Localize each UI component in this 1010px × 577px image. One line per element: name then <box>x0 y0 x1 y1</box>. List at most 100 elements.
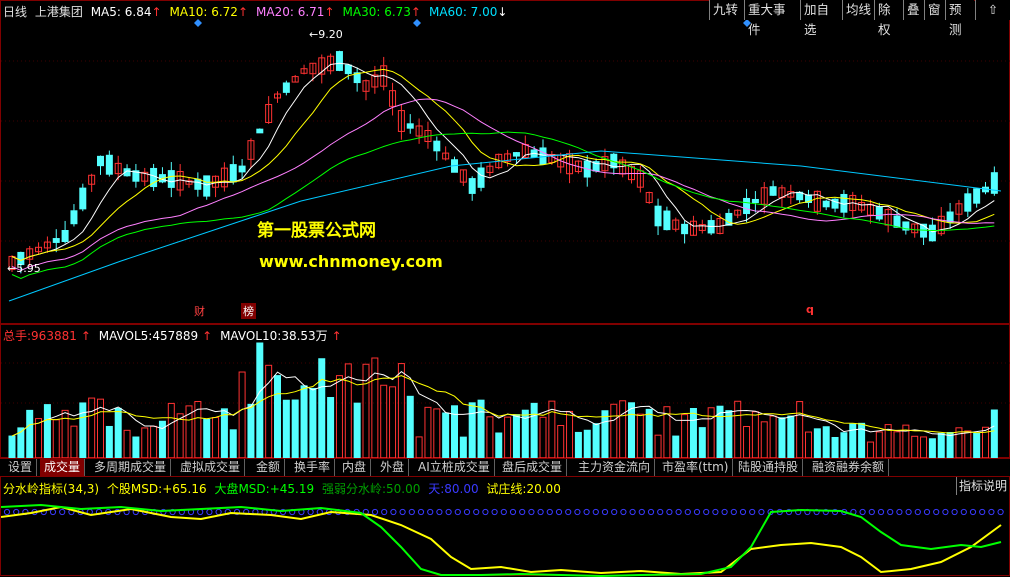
finance-event-badge[interactable]: 财 <box>192 303 207 319</box>
sky-line-marker <box>868 508 875 516</box>
sky-line-marker <box>905 508 912 516</box>
indicator-tab[interactable]: 成交量 <box>40 459 86 476</box>
volume-bar <box>433 408 441 459</box>
candlestick-chart[interactable]: ←9.20 ←5.95 <box>1 1 1010 325</box>
volume-bar <box>787 415 795 459</box>
sky-line-marker <box>381 508 388 516</box>
indicator-tab[interactable]: AI立桩成交量 <box>414 459 495 476</box>
candle-body <box>61 230 69 242</box>
volume-bar <box>486 416 494 459</box>
volume-bar <box>619 400 627 459</box>
candle-body <box>238 165 246 173</box>
sky-line-marker <box>454 508 461 516</box>
volume-bar <box>70 425 78 459</box>
candle-body <box>79 187 87 210</box>
indicator-tab[interactable]: 陆股通持股 <box>734 459 804 476</box>
sky-line-marker <box>206 508 213 516</box>
volume-bar <box>459 436 467 459</box>
volume-bar <box>212 417 220 459</box>
volume-bar <box>937 432 945 459</box>
indicator-tab[interactable]: 市盈率(ttm) <box>658 459 734 476</box>
toolbar-button[interactable]: 除权 <box>874 0 903 37</box>
volume-bar <box>725 410 733 459</box>
sky-line-marker <box>482 508 489 516</box>
ma60-line <box>8 150 1002 302</box>
volume-bar <box>628 402 635 459</box>
volume-bar <box>229 429 237 459</box>
indicator-tab[interactable]: 外盘 <box>376 459 410 476</box>
ranking-event-badge[interactable]: 榜 <box>241 303 256 319</box>
volume-bar <box>123 429 131 459</box>
sky-line-marker <box>445 508 452 516</box>
volume-bar <box>893 431 901 459</box>
volume-bar <box>238 371 246 459</box>
indicator-chart[interactable] <box>1 477 1010 577</box>
candle-body <box>468 178 476 194</box>
indicator-tab[interactable]: 换手率 <box>290 459 336 476</box>
sky-line-marker <box>473 508 480 516</box>
volume-bar <box>389 386 397 459</box>
event-diamond-icon <box>194 19 202 27</box>
indicator-tab[interactable]: 内盘 <box>338 459 372 476</box>
sky-line-marker <box>528 508 535 516</box>
volume-bar <box>495 432 503 459</box>
volume-bar <box>796 401 804 459</box>
sky-line-marker <box>675 508 682 516</box>
volume-bar <box>840 432 848 459</box>
indicator-tab[interactable]: 融资融券余额 <box>808 459 890 476</box>
volume-bar <box>424 406 432 459</box>
sky-line-marker <box>197 508 204 516</box>
candle-body <box>725 212 733 226</box>
volume-bar <box>247 403 255 459</box>
indicator-tab[interactable]: 虚拟成交量 <box>176 459 246 476</box>
indicator-panel[interactable]: 分水岭指标(34,3) 个股MSD:+65.16 大盘MSD:+45.19 强弱… <box>0 476 1010 577</box>
toolbar-button[interactable]: 九转 <box>709 0 744 20</box>
candle-body <box>681 223 689 235</box>
volume-bar <box>557 425 565 459</box>
volume-chart[interactable] <box>1 325 1010 459</box>
toolbar-button[interactable]: 叠 <box>903 0 924 20</box>
watermark-title: 第一股票公式网 <box>257 221 376 241</box>
toolbar-button[interactable]: 重大事件 <box>744 0 800 37</box>
volume-bar <box>601 410 609 459</box>
toolbar-button[interactable]: 加自选 <box>800 0 842 37</box>
volume-bar <box>707 407 715 459</box>
toolbar-button[interactable]: 均线 <box>842 0 874 20</box>
indicator-tab[interactable]: 盘后成交量 <box>498 459 568 476</box>
back-arrow-icon[interactable]: ⇧ <box>975 0 1010 20</box>
sky-line-marker <box>758 508 765 516</box>
q-event-badge[interactable]: q <box>804 303 816 316</box>
sky-line-marker <box>565 508 572 516</box>
indicator-tab[interactable]: 设置 <box>4 459 38 476</box>
sky-line-marker <box>942 508 949 516</box>
indicator-tab[interactable]: 多周期成交量 <box>90 459 172 476</box>
toolbar-button[interactable]: 预测 <box>945 0 974 37</box>
candle-body <box>344 64 352 75</box>
volume-bar <box>583 429 591 459</box>
indicator-tab[interactable]: 主力资金流向 <box>574 459 656 476</box>
toolbar-button[interactable]: 窗 <box>924 0 945 20</box>
sky-line-marker <box>371 508 379 516</box>
volume-bar <box>849 423 857 459</box>
volume-bar <box>504 416 512 459</box>
sky-line-marker <box>629 508 636 516</box>
candle-body <box>946 211 954 223</box>
sky-line-marker <box>693 508 701 516</box>
sky-line-marker <box>491 508 498 516</box>
volume-bar <box>822 426 830 459</box>
candle-body <box>406 123 414 129</box>
kline-chart-panel[interactable]: 日线 上港集团 MA5: 6.84↑ MA10: 6.72↑ MA20: 6.71↑… <box>0 0 1010 324</box>
candle-body <box>52 238 60 243</box>
low-price-label: ←5.95 <box>7 262 41 275</box>
volume-bar <box>964 430 972 459</box>
indicator-tab[interactable]: 金额 <box>252 459 286 476</box>
volume-bar <box>574 431 582 459</box>
volume-bar <box>167 402 175 459</box>
sky-line-marker <box>859 508 866 516</box>
sky-line-marker <box>896 508 903 516</box>
volume-panel[interactable]: 总手:963881 ↑ MAVOL5:457889 ↑ MAVOL10:38.53万… <box>0 324 1010 459</box>
sky-line-marker <box>555 508 563 516</box>
volume-bar <box>43 404 51 459</box>
sky-line-marker <box>657 508 664 516</box>
volume-bar <box>442 412 450 459</box>
